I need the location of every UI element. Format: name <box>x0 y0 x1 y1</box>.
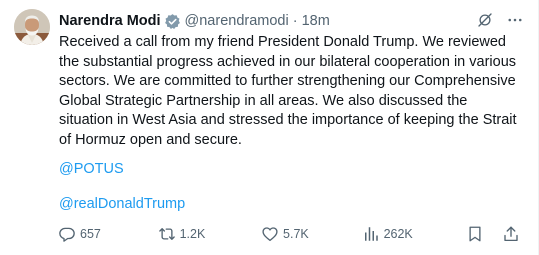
share-button[interactable] <box>502 225 524 243</box>
reply-icon <box>58 225 76 243</box>
author-name[interactable]: Narendra Modi <box>59 13 161 29</box>
like-button[interactable]: 5.7K <box>261 225 362 243</box>
author-handle[interactable]: @narendramodi <box>185 13 289 29</box>
timestamp[interactable]: 18m <box>302 13 330 29</box>
tweet-card[interactable]: Narendra Modi @narendramodi · 18m Receiv… <box>0 0 539 255</box>
tweet-action-bar: 657 1.2K 5.7K 262K <box>58 224 524 244</box>
tweet-text-body: Received a call from my friend President… <box>59 34 517 148</box>
views-chart-icon <box>362 225 380 243</box>
repost-icon <box>158 225 176 243</box>
mention-link-potus[interactable]: @POTUS <box>59 161 124 177</box>
mention-link-realdonaldtrump[interactable]: @realDonaldTrump <box>59 196 185 212</box>
verified-badge-icon <box>164 13 181 30</box>
bookmark-icon <box>466 225 484 243</box>
bookmark-button[interactable] <box>466 225 488 243</box>
like-count: 5.7K <box>283 227 309 241</box>
repost-count: 1.2K <box>179 227 206 241</box>
reply-button[interactable]: 657 <box>58 225 158 243</box>
views-count: 262K <box>383 227 413 241</box>
avatar[interactable] <box>14 9 50 45</box>
share-icon <box>502 225 520 243</box>
reply-count: 657 <box>80 227 101 241</box>
tweet-header: Narendra Modi @narendramodi · 18m <box>59 11 330 31</box>
tweet-text: Received a call from my friend President… <box>59 33 519 150</box>
tweet-top-actions <box>476 11 524 29</box>
views-button[interactable]: 262K <box>362 225 466 243</box>
secondary-actions <box>466 225 524 243</box>
grok-icon[interactable] <box>476 11 494 29</box>
separator-dot: · <box>292 13 298 29</box>
repost-button[interactable]: 1.2K <box>158 225 261 243</box>
heart-icon <box>261 225 279 243</box>
more-dots-icon[interactable] <box>506 11 524 29</box>
